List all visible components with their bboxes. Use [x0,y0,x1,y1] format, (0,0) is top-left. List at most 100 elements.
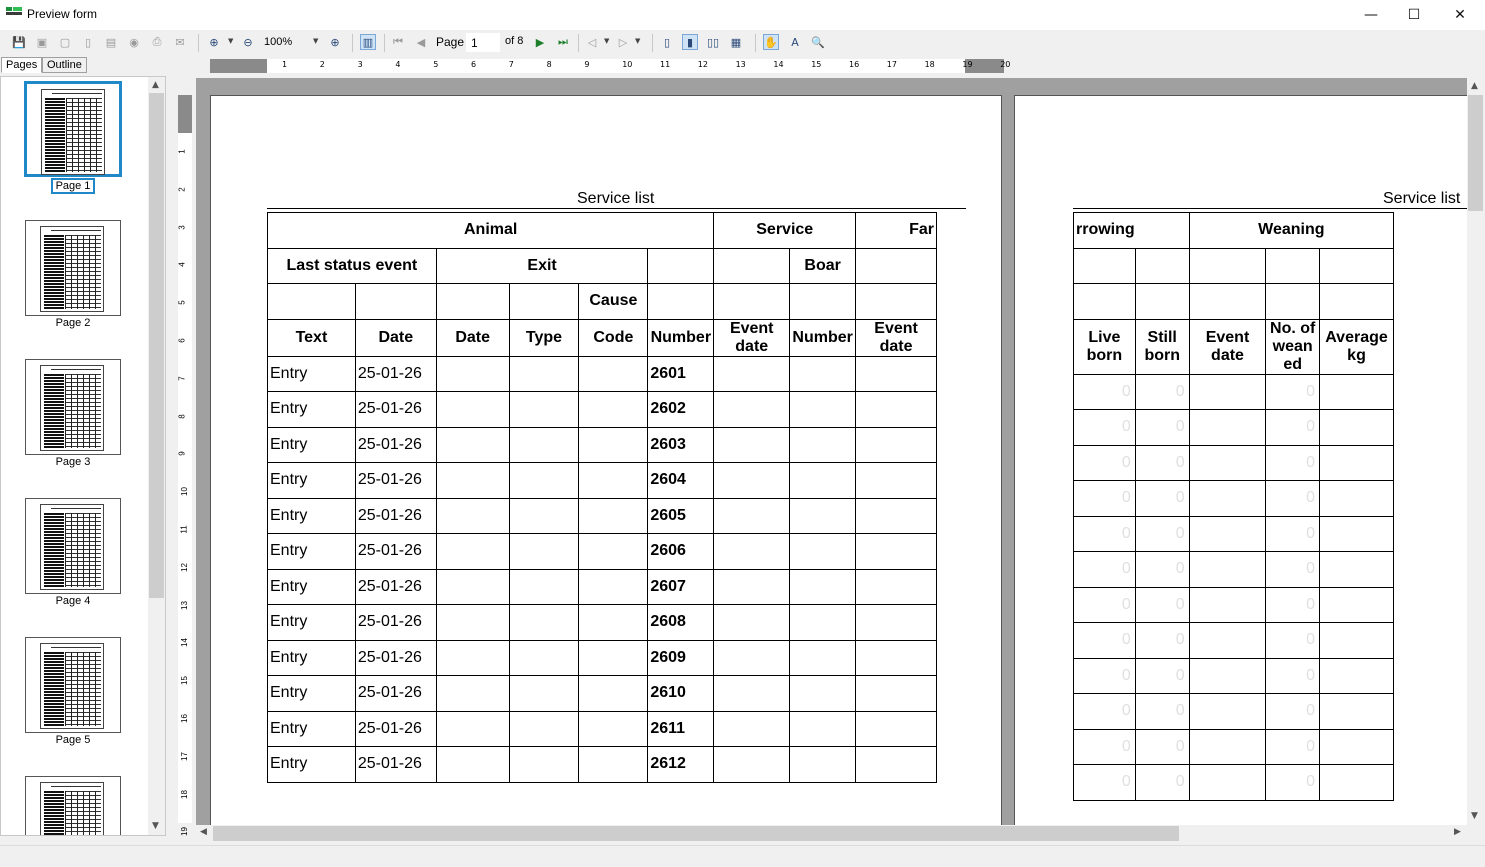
cell-date: 25-01-26 [354,639,437,676]
cell-empty [508,462,580,499]
back-icon[interactable]: ◁ [584,34,600,50]
preview-page-1: Service list Animal Service Far Last sta… [210,95,1002,825]
cell-empty [855,675,937,712]
thumbnail-page-6[interactable] [25,776,121,835]
thumbnails-toggle-icon[interactable]: ▥ [360,34,376,50]
multi-pages-icon[interactable]: ▦ [728,34,744,50]
header-exit: Exit [435,247,649,284]
cell-text: Entry [267,639,356,676]
cell-text: Entry [267,746,356,783]
previous-page-icon[interactable]: ◀ [413,34,429,50]
ruler-number: 1 [282,60,288,69]
cell-number: 2608 [647,604,715,641]
zoom-dropdown-icon[interactable]: ▼ [313,37,318,45]
cell-zero: 0 [1265,657,1321,694]
cell-text: Entry [267,426,356,463]
header-last-status-event: Last status event [267,247,437,284]
document-icon[interactable]: ▯ [80,34,96,50]
cell-empty [855,355,937,392]
two-pages-icon[interactable]: ▯▯ [705,34,721,50]
export-icon[interactable]: ▤ [103,34,119,50]
col-type: Type [508,318,580,357]
forward-icon[interactable]: ▷ [615,34,631,50]
thumbnail-page-4[interactable] [25,498,121,594]
scrollbar-thumb[interactable] [213,826,1179,841]
cell-empty [578,426,649,463]
forward-dropdown-icon[interactable]: ▼ [635,37,640,45]
cell-date: 25-01-26 [354,568,437,605]
cell-text: Entry [267,675,356,712]
zoom-fit-icon[interactable]: ⊕ [327,34,343,50]
cell-empty [578,533,649,570]
continuous-page-icon[interactable]: ▮ [682,34,698,50]
table-row: Entry 25-01-26 2606 [267,533,937,570]
next-page-icon[interactable]: ▶ [532,34,548,50]
cell-empty [508,746,580,783]
maximize-button[interactable]: ☐ [1391,0,1437,30]
thumbnails-scrollbar[interactable]: ▲ ▼ [148,77,165,835]
blank-page-icon[interactable]: ▢ [57,34,73,50]
viewport-vertical-scrollbar[interactable]: ▲ ▼ [1467,78,1484,825]
ruler-number: 17 [886,60,897,69]
thumbnail-page-3[interactable] [25,359,121,455]
header-rule [1073,208,1467,209]
cell-empty [713,497,791,534]
tab-pages[interactable]: Pages [1,57,43,73]
viewport-horizontal-scrollbar[interactable]: ◀ ▶ [196,825,1467,842]
cell-date: 25-01-26 [354,533,437,570]
hand-tool-icon[interactable]: ✋ [763,34,779,50]
cell-empty [435,462,510,499]
scroll-up-icon[interactable]: ▲ [152,80,159,90]
first-page-icon[interactable]: ⏮ [390,34,406,50]
save-icon[interactable]: 💾 [11,34,27,50]
table-row: 000 [1073,373,1394,410]
close-button[interactable]: ✕ [1437,0,1483,30]
back-dropdown-icon[interactable]: ▼ [604,37,609,45]
thumbnail-page-2[interactable] [25,220,121,316]
cell-empty [578,462,649,499]
chevron-down-icon[interactable]: ▼ [228,37,233,45]
scroll-down-icon[interactable]: ▼ [152,821,159,831]
cell-empty [855,639,937,676]
scrollbar-thumb[interactable] [149,93,164,598]
cell-empty [578,568,649,605]
cell-text: Entry [267,355,356,392]
tab-outline[interactable]: Outline [42,57,87,73]
zoom-in-icon[interactable]: ⊕ [206,34,222,50]
cell-empty [578,604,649,641]
minimize-button[interactable]: — [1348,0,1394,30]
scroll-left-icon[interactable]: ◀ [200,827,207,837]
cell-empty [578,710,649,747]
ruler-number: 14 [179,638,189,648]
table-row: 000 [1073,586,1394,623]
last-page-icon[interactable]: ⏭ [555,34,571,50]
table-row: 000 [1073,551,1394,588]
cell-zero: 0 [1073,373,1136,410]
cell-date: 25-01-26 [354,675,437,712]
scroll-right-icon[interactable]: ▶ [1454,827,1461,837]
scroll-down-icon[interactable]: ▼ [1471,811,1478,821]
page-number-input[interactable]: 1 [466,33,500,52]
cell-empty [855,710,937,747]
cell-empty [1319,728,1394,765]
table-row: 000 [1073,444,1394,481]
scrollbar-thumb[interactable] [1468,95,1483,211]
print-icon[interactable]: ⎙ [149,34,165,50]
thumbnail-page-1[interactable] [24,81,122,177]
single-page-icon[interactable]: ▯ [659,34,675,50]
record-icon[interactable]: ◉ [126,34,142,50]
find-icon[interactable]: 🔍 [810,34,826,50]
col-still-born: Still born [1134,318,1190,375]
ruler-number: 5 [177,300,187,305]
email-icon[interactable]: ✉ [172,34,188,50]
scroll-up-icon[interactable]: ▲ [1471,81,1478,91]
cell-zero: 0 [1073,586,1136,623]
document-viewport[interactable]: Service list Animal Service Far Last sta… [196,78,1467,825]
text-select-icon[interactable]: A [787,34,803,50]
cell-text: Entry [267,710,356,747]
zoom-out-icon[interactable]: ⊖ [240,34,256,50]
cell-empty [855,426,937,463]
cell-empty [1188,657,1267,694]
thumbnail-page-5[interactable] [25,637,121,733]
save-all-icon[interactable]: ▣ [34,34,50,50]
